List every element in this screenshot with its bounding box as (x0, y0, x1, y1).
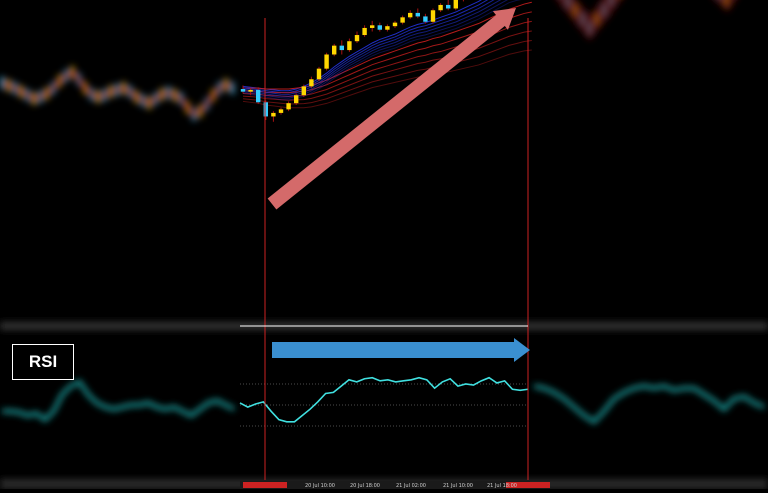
candle-body (415, 12, 420, 17)
candle-body (408, 12, 413, 18)
candle-body (354, 35, 360, 42)
candle-body (339, 45, 344, 51)
candle-body (294, 95, 299, 104)
candle-body (324, 54, 329, 69)
candle-body (423, 16, 428, 22)
candle-body (446, 4, 451, 9)
time-marker-start (243, 482, 287, 488)
time-label: 20 Jul 10:00 (305, 483, 335, 489)
time-label: 21 Jul 10:00 (443, 483, 473, 489)
candle-body (332, 45, 337, 55)
candle-body (370, 25, 375, 28)
candle-body (392, 22, 398, 27)
candle-body (400, 17, 405, 23)
candle-body (385, 26, 390, 30)
candle-body (301, 86, 306, 96)
chart-canvas: 20 Jul 10:00 20 Jul 18:00 21 Jul 02:00 21 J… (0, 0, 768, 489)
trading-chart: 20 Jul 10:00 20 Jul 18:00 21 Jul 02:00 21 J… (0, 0, 768, 489)
candle-body (263, 102, 268, 117)
candle-body (286, 103, 291, 110)
time-label: 21 Jul 02:00 (396, 483, 426, 489)
candle-body (309, 79, 314, 87)
candle-body (271, 112, 276, 117)
candle-body (377, 25, 382, 30)
time-label: 21 Jul 18:00 (487, 483, 517, 489)
candle-body (438, 4, 443, 11)
candle-body (248, 89, 253, 92)
candle-body (240, 89, 246, 92)
candle-body (256, 89, 261, 103)
candle-body (316, 68, 322, 80)
range-arrow-shaft (272, 342, 516, 358)
time-label: 20 Jul 18:00 (350, 483, 380, 489)
candle-body (453, 0, 458, 9)
candle-body (430, 10, 436, 22)
rsi-label-text: RSI (28, 352, 58, 371)
candle-body (362, 27, 367, 36)
candle-body (347, 41, 352, 51)
candle-body (278, 109, 284, 113)
rsi-label: RSI (12, 344, 74, 380)
